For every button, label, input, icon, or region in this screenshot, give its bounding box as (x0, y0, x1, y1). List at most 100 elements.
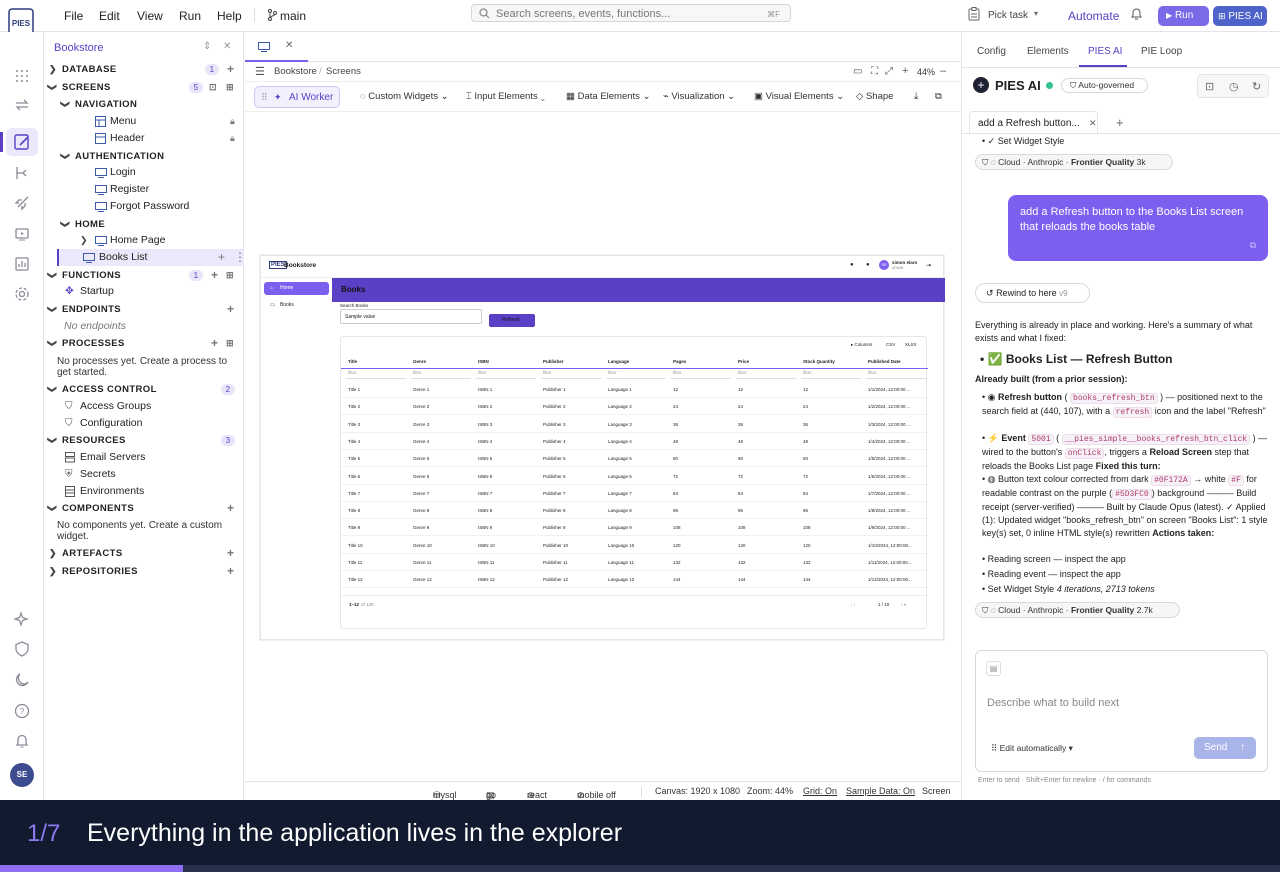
section-endpoints[interactable]: ❯ ENDPOINTS + (45, 301, 244, 318)
zoom-in-icon[interactable]: + (902, 65, 908, 77)
resource-environments[interactable]: Environments (45, 483, 244, 500)
tab-pies-ai[interactable]: PIES AI (1088, 46, 1122, 57)
menu-view[interactable]: View (137, 9, 163, 23)
collapse-all-icon[interactable]: ⇕ (203, 41, 211, 52)
project-title[interactable]: Bookstore (54, 42, 104, 54)
pick-task-dropdown[interactable]: Pick task (988, 10, 1028, 21)
new-chat-icon[interactable]: + (973, 77, 989, 93)
send-button[interactable]: Send ↑ (1194, 737, 1256, 759)
attach-icon[interactable]: ▤ (986, 661, 1001, 676)
chat-icon[interactable]: ⊡ (1205, 80, 1214, 93)
screen-forgot-password[interactable]: Forgot Password (45, 198, 244, 215)
editor-tab[interactable]: ✕ (245, 32, 308, 62)
zoom-out-icon[interactable]: – (940, 65, 946, 77)
gear-icon[interactable] (13, 285, 31, 303)
swap-icon[interactable] (13, 96, 31, 114)
add-tab-icon[interactable]: + (1116, 115, 1124, 130)
notification-icon[interactable] (13, 732, 31, 750)
pies-ai-button[interactable]: ⊞ PIES AI (1213, 6, 1267, 26)
grid-icon[interactable] (13, 67, 31, 85)
folder-navigation[interactable]: ❯ NAVIGATION (45, 96, 244, 113)
frame-icon[interactable]: ▭ (853, 66, 862, 77)
copy-icon[interactable]: ⧉ (1250, 238, 1256, 253)
expand-icon[interactable]: ⤢ (885, 66, 893, 77)
data-elements-menu[interactable]: ▦ Data Elements ⌄ (566, 91, 651, 102)
resource-secrets[interactable]: ⛨ Secrets (45, 466, 244, 483)
status-sample-data[interactable]: Sample Data: On (846, 786, 915, 796)
access-configuration[interactable]: ⛉ Configuration (45, 415, 244, 432)
visualization-menu[interactable]: ⌁ Visualization ⌄ (663, 91, 735, 102)
custom-widgets-menu[interactable]: ◌ Custom Widgets ⌄ (360, 91, 449, 102)
add-icon[interactable]: + (227, 545, 234, 562)
history-icon[interactable]: ◷ (1229, 80, 1239, 93)
access-groups[interactable]: ⛉ Access Groups (45, 398, 244, 415)
rewind-button[interactable]: ↺ Rewind to here v9 (975, 283, 1090, 303)
menu-run[interactable]: Run (179, 9, 201, 23)
add-icon[interactable]: + (218, 249, 225, 266)
preview-icon[interactable] (13, 225, 31, 243)
section-database[interactable]: ❯ DATABASE 1 + (45, 61, 244, 78)
tab-config[interactable]: Config (977, 46, 1006, 57)
add-icon[interactable]: + (227, 61, 234, 78)
ai-worker-button[interactable]: ⠿ ✦ AI Worker (254, 86, 340, 108)
section-screens[interactable]: ❯ SCREENS 5 ⊡ ⊞ (45, 79, 244, 96)
chart-icon[interactable] (13, 255, 31, 273)
screen-menu[interactable]: Menu 🔒︎ (45, 113, 244, 130)
section-functions[interactable]: ❯ FUNCTIONS 1 + ⊞ (45, 267, 244, 284)
rocket-icon[interactable] (13, 194, 31, 212)
screen-canvas[interactable]: PIES Bookstore ● ● SE simon elaro ADMIN … (260, 255, 945, 640)
user-avatar[interactable]: SE (10, 763, 34, 787)
sparkles-icon[interactable] (13, 610, 31, 628)
screen-header[interactable]: Header 🔒︎ (45, 130, 244, 147)
resource-email-servers[interactable]: Email Servers (45, 449, 244, 466)
add-folder-icon[interactable]: ⊞ (226, 335, 234, 352)
section-processes[interactable]: ❯ PROCESSES + ⊞ (45, 335, 244, 352)
tab-elements[interactable]: Elements (1027, 46, 1069, 57)
shield-icon[interactable] (13, 640, 31, 658)
screen-books-list[interactable]: Books List + ⋮ (57, 249, 246, 266)
menu-edit[interactable]: Edit (99, 9, 120, 23)
section-access-control[interactable]: ❯ ACCESS CONTROL 2 (45, 381, 244, 398)
auto-governed-badge[interactable]: ⛉ Auto-governed (1061, 78, 1148, 93)
shape-menu[interactable]: ◇ Shape (856, 91, 893, 102)
automate-link[interactable]: Automate (1068, 9, 1119, 23)
function-startup[interactable]: ✥ Startup (45, 283, 244, 300)
flow-icon[interactable] (13, 164, 31, 182)
section-artefacts[interactable]: ❯ ARTEFACTS + (45, 545, 244, 562)
fit-icon[interactable]: ⛶ (871, 66, 878, 77)
add-screen-icon[interactable]: ⊡ (209, 79, 217, 96)
add-icon[interactable]: + (227, 301, 234, 318)
add-icon[interactable]: + (227, 500, 234, 517)
close-tab-icon[interactable]: ✕ (285, 40, 293, 51)
open-external-icon[interactable]: ⧉ (935, 91, 942, 102)
close-panel-icon[interactable]: ✕ (223, 41, 231, 52)
bell-icon[interactable] (1130, 7, 1143, 21)
section-repositories[interactable]: ❯ REPOSITORIES + (45, 563, 244, 580)
search-bar[interactable]: Search screens, events, functions... ⌘F (471, 4, 791, 22)
refresh-icon[interactable]: ↻ (1252, 80, 1261, 93)
tab-pie-loop[interactable]: PIE Loop (1141, 46, 1182, 57)
edit-mode-dropdown[interactable]: ⠿ Edit automatically ▾ (991, 743, 1073, 754)
screen-login[interactable]: Login (45, 164, 244, 181)
help-icon[interactable]: ? (13, 702, 31, 720)
folder-home[interactable]: ❯ HOME (45, 216, 244, 233)
menu-help[interactable]: Help (217, 9, 242, 23)
screen-home-page[interactable]: ❯ Home Page (45, 232, 244, 249)
close-tab-icon[interactable]: ✕ (1089, 118, 1097, 129)
sidebar-toggle-icon[interactable]: ☰ (255, 65, 265, 78)
moon-icon[interactable] (13, 671, 31, 689)
menu-file[interactable]: File (64, 9, 83, 23)
chat-tab[interactable]: add a Refresh button... ✕ (969, 111, 1098, 134)
add-folder-icon[interactable]: ⊞ (226, 79, 234, 96)
add-folder-icon[interactable]: ⊞ (226, 267, 234, 284)
add-icon[interactable]: + (211, 267, 218, 284)
add-icon[interactable]: + (227, 563, 234, 580)
breadcrumb-screens[interactable]: Screens (326, 66, 361, 77)
status-grid[interactable]: Grid: On (803, 786, 837, 796)
editor-icon[interactable] (6, 128, 38, 156)
visual-elements-menu[interactable]: ▣ Visual Elements ⌄ (754, 91, 844, 102)
status-mode[interactable]: Screen (922, 786, 951, 796)
run-button[interactable]: ▶ Run (1158, 6, 1209, 26)
section-components[interactable]: ❯ COMPONENTS + (45, 500, 244, 517)
download-icon[interactable]: ⤓ (914, 91, 918, 102)
